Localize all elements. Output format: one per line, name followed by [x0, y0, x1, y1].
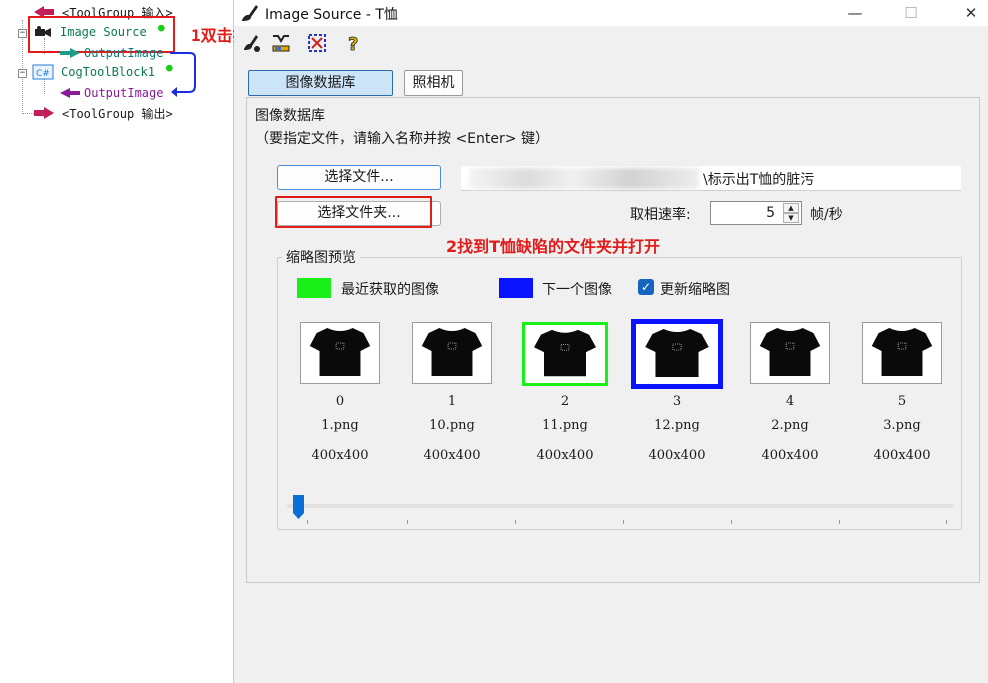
thumbnail-index: 2	[560, 394, 570, 409]
preview-title: 缩略图预览	[282, 247, 360, 267]
tshirt-image	[309, 328, 371, 376]
highlight-box	[275, 196, 432, 228]
thumbnail-image[interactable]	[412, 322, 492, 384]
thumbnail-size: 400x400	[311, 448, 369, 463]
thumbnail-index: 5	[897, 394, 907, 409]
thumbnail-slider-track[interactable]	[287, 504, 954, 508]
thumbnail-image[interactable]	[522, 322, 608, 386]
tab-camera[interactable]: 照相机	[404, 70, 463, 96]
select-region-icon[interactable]	[306, 32, 328, 54]
tshirt-image	[759, 328, 821, 376]
input-arrow-icon	[60, 88, 80, 98]
blurred-path	[469, 168, 699, 189]
save-icon[interactable]	[270, 32, 292, 54]
rate-value: 5	[766, 205, 775, 221]
output-arrow-icon	[60, 48, 80, 58]
thumbnail-file: 10.png	[429, 418, 475, 433]
file-path-input[interactable]: \标示出T恤的脏污	[461, 166, 961, 191]
thumbnail-file: 12.png	[654, 418, 700, 433]
rate-stepper[interactable]: 5 ▲ ▼	[710, 201, 802, 225]
update-thumbnails-checkbox[interactable]: ✓	[638, 279, 654, 295]
svg-text:?: ?	[348, 34, 358, 54]
svg-text:C#: C#	[36, 69, 50, 79]
slider-tick	[839, 520, 840, 524]
tool-tree: <ToolGroup 输入> − Image Source ● OutputIm…	[0, 0, 265, 683]
thumbnail-image[interactable]	[862, 322, 942, 384]
slider-tick	[307, 520, 308, 524]
thumbnail-image[interactable]	[300, 322, 380, 384]
close-button[interactable]: ✕	[956, 2, 986, 24]
minimize-button[interactable]: —	[840, 2, 870, 24]
collapse-toggle[interactable]: −	[18, 69, 27, 78]
thumbnail-slider-handle[interactable]	[293, 495, 304, 519]
cs-block-icon: C#	[32, 64, 54, 80]
select-file-button[interactable]: 选择文件...	[277, 165, 441, 190]
checkmark-icon: ✓	[640, 280, 652, 294]
section-title: 图像数据库	[255, 108, 325, 124]
rate-label: 取相速率:	[630, 207, 691, 223]
tshirt-image	[534, 329, 596, 377]
slider-tick	[407, 520, 408, 524]
slider-tick	[623, 520, 624, 524]
thumbnail-size: 400x400	[648, 448, 706, 463]
link-arrow-icon	[170, 52, 196, 97]
thumbnail-index: 3	[672, 394, 682, 409]
slider-tick	[515, 520, 516, 524]
tab-image-database[interactable]: 图像数据库	[248, 70, 393, 96]
output-arrow-icon	[34, 107, 54, 119]
image-source-window: Image Source - T恤 — ☐ ✕ ? 图像数据库 照相机 图像数据…	[234, 0, 988, 683]
toolbar: ?	[234, 26, 988, 60]
tshirt-image	[421, 328, 483, 376]
tshirt-image	[871, 328, 933, 376]
thumbnail-size: 400x400	[761, 448, 819, 463]
app-icon	[242, 5, 258, 21]
tree-item-output-image[interactable]: OutputImage	[58, 44, 163, 62]
thumbnail-file: 1.png	[321, 418, 359, 433]
legend-next-label: 下一个图像	[542, 282, 612, 298]
thumbnail-image[interactable]	[750, 322, 830, 384]
thumbnail-index: 1	[447, 394, 457, 409]
hint-text: （要指定文件，请输入名称并按 <Enter> 键）	[255, 131, 549, 147]
rate-unit: 帧/秒	[810, 207, 843, 223]
update-thumbnails-label: 更新缩略图	[660, 282, 730, 298]
annotation-step2: 2找到T恤缺陷的文件夹并打开	[446, 237, 661, 256]
thumbnail-index: 4	[785, 394, 795, 409]
window-title: Image Source - T恤	[265, 7, 398, 23]
title-bar: Image Source - T恤 — ☐ ✕	[234, 0, 988, 26]
thumbnail-image[interactable]	[631, 319, 723, 389]
slider-tick	[731, 520, 732, 524]
run-icon[interactable]	[240, 32, 262, 54]
thumbnail-file: 11.png	[542, 418, 588, 433]
thumbnail-size: 400x400	[536, 448, 594, 463]
thumbnail-size: 400x400	[423, 448, 481, 463]
tshirt-image	[645, 329, 709, 377]
legend-swatch-next	[499, 278, 533, 298]
spin-down-icon[interactable]: ▼	[783, 213, 799, 223]
thumbnail-index: 0	[335, 394, 345, 409]
maximize-button[interactable]: ☐	[896, 2, 926, 24]
collapse-toggle[interactable]: −	[18, 29, 27, 38]
slider-tick	[946, 520, 947, 524]
thumbnail-file: 3.png	[883, 418, 921, 433]
tree-item-toolgroup-output[interactable]: <ToolGroup 输出>	[32, 104, 173, 122]
tree-item-block-output-image[interactable]: OutputImage	[58, 84, 163, 102]
path-text: \标示出T恤的脏污	[703, 172, 815, 188]
legend-recent-label: 最近获取的图像	[341, 282, 439, 298]
thumbnail-size: 400x400	[873, 448, 931, 463]
legend-swatch-recent	[297, 278, 331, 298]
help-icon[interactable]: ?	[342, 32, 364, 54]
spin-up-icon[interactable]: ▲	[783, 203, 799, 213]
tree-item-cogtoolblock1[interactable]: C# CogToolBlock1 ●	[32, 61, 173, 81]
thumbnail-file: 2.png	[771, 418, 809, 433]
